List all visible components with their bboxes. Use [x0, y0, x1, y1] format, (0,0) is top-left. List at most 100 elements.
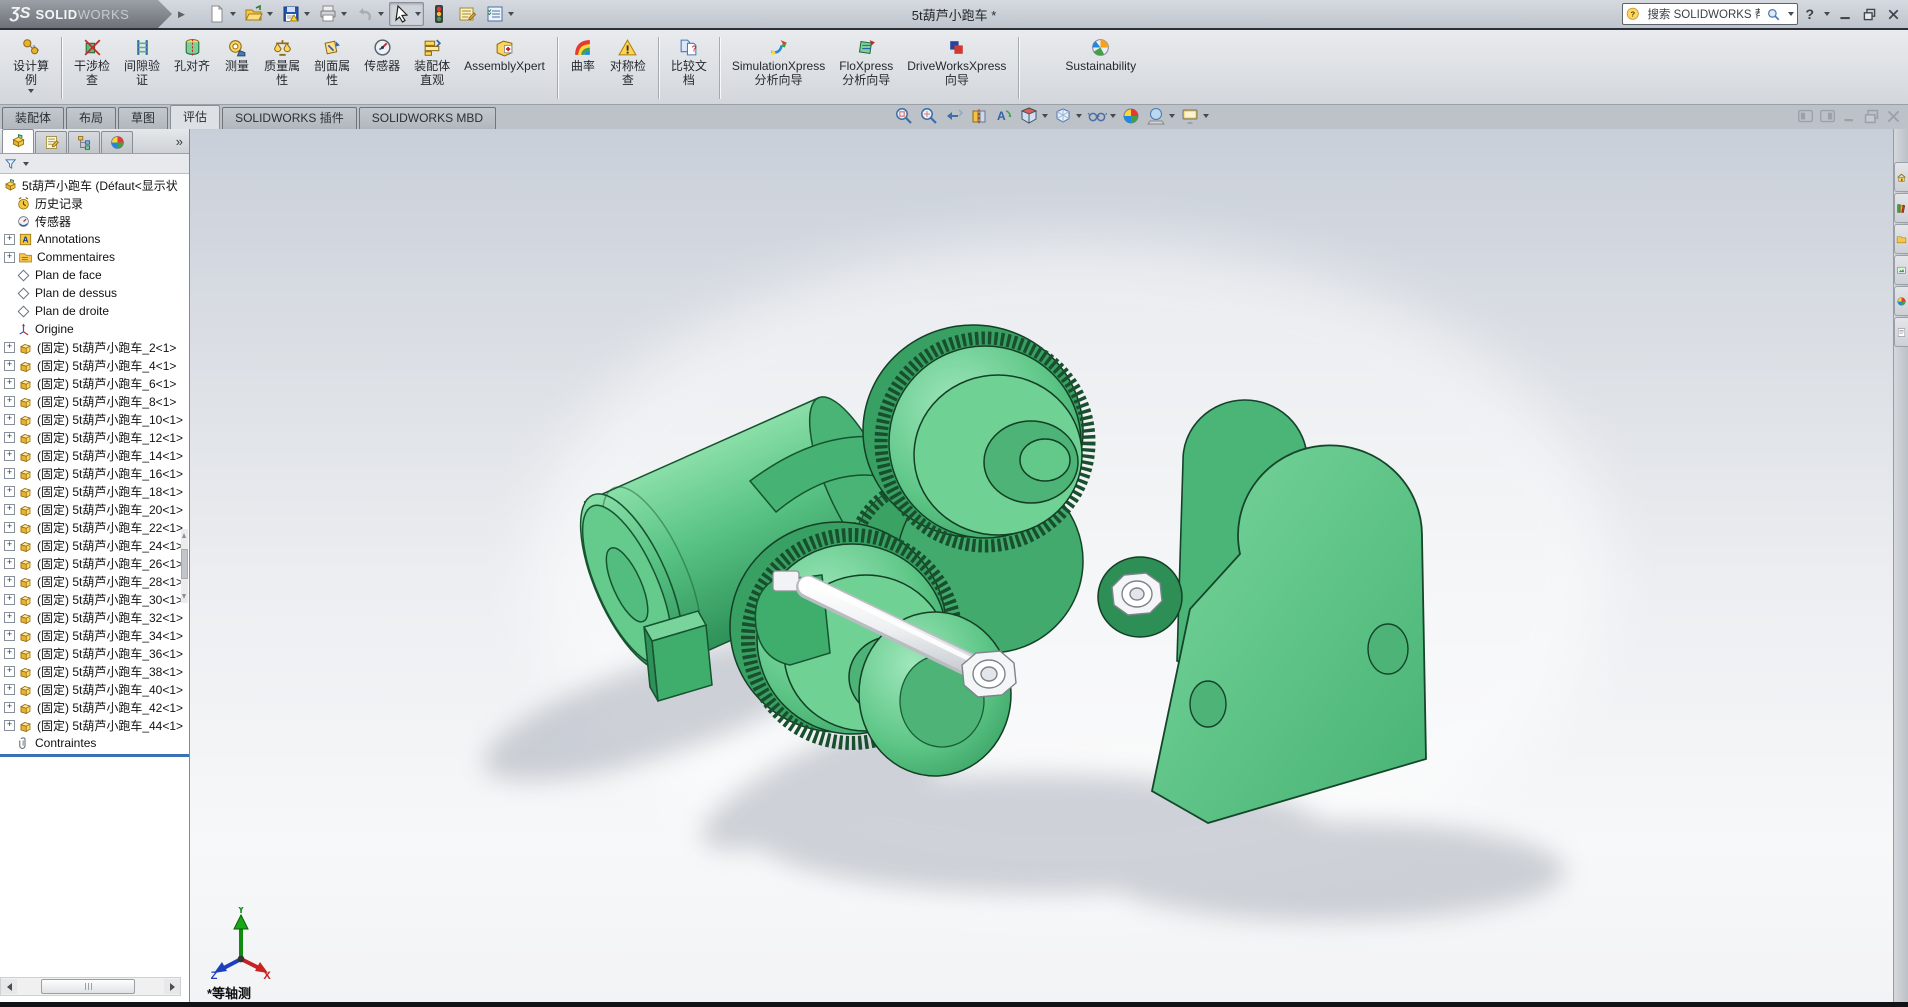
save-button[interactable]: [278, 2, 313, 26]
select-caret-icon[interactable]: [415, 12, 421, 16]
tab-sketch[interactable]: 草图: [118, 107, 168, 129]
tree-item[interactable]: +(固定) 5t葫芦小跑车_2<1>: [0, 338, 189, 356]
tree-item[interactable]: Contraintes: [0, 734, 189, 752]
display-settings-button[interactable]: [482, 2, 517, 26]
tree-item[interactable]: +(固定) 5t葫芦小跑车_4<1>: [0, 356, 189, 374]
driveworksxpress-button[interactable]: DriveWorksXpress 向导: [900, 32, 1013, 104]
compare-documents-button[interactable]: ?比较文 档: [664, 32, 714, 104]
vscroll-thumb[interactable]: [181, 549, 188, 579]
expand-plus-icon[interactable]: +: [4, 396, 15, 407]
tab-solidworks-addins[interactable]: SOLIDWORKS 插件: [222, 107, 357, 129]
new-document-caret-icon[interactable]: [230, 12, 236, 16]
expand-plus-icon[interactable]: +: [4, 504, 15, 515]
expand-plus-icon[interactable]: +: [4, 342, 15, 353]
tab-solidworks-mbd[interactable]: SOLIDWORKS MBD: [359, 107, 496, 129]
hole-alignment-button[interactable]: 孔对齐: [167, 32, 217, 104]
close-button[interactable]: [1885, 6, 1902, 23]
apply-scene-caret-icon[interactable]: [1169, 114, 1175, 118]
display-settings-caret-icon[interactable]: [508, 12, 514, 16]
search-input[interactable]: [1645, 7, 1762, 21]
tree-item[interactable]: +(固定) 5t葫芦小跑车_38<1>: [0, 662, 189, 680]
print-caret-icon[interactable]: [341, 12, 347, 16]
resources-home-button[interactable]: [1894, 162, 1908, 192]
zoom-to-area-button[interactable]: [918, 106, 940, 126]
measure-button[interactable]: 测量: [217, 32, 257, 104]
custom-properties-button[interactable]: [1894, 317, 1908, 347]
tree-item[interactable]: +(固定) 5t葫芦小跑车_32<1>: [0, 608, 189, 626]
tree-item[interactable]: +(固定) 5t葫芦小跑车_8<1>: [0, 392, 189, 410]
tree-item[interactable]: +(固定) 5t葫芦小跑车_10<1>: [0, 410, 189, 428]
tree-item[interactable]: +(固定) 5t葫芦小跑车_28<1>: [0, 572, 189, 590]
open-document-caret-icon[interactable]: [267, 12, 273, 16]
mass-properties-button[interactable]: 质量属 性: [257, 32, 307, 104]
expand-plus-icon[interactable]: +: [4, 720, 15, 731]
tree-item[interactable]: 传感器: [0, 212, 189, 230]
rebuild-indicator-button[interactable]: [426, 2, 452, 26]
restore-button[interactable]: [1861, 6, 1878, 23]
magnifier-icon[interactable]: [1766, 7, 1781, 22]
tree-item[interactable]: +AAnnotations: [0, 230, 189, 248]
tree-item[interactable]: +(固定) 5t葫芦小跑车_20<1>: [0, 500, 189, 518]
expand-plus-icon[interactable]: +: [4, 558, 15, 569]
hide-show-items-caret-icon[interactable]: [1110, 114, 1116, 118]
expand-plus-icon[interactable]: +: [4, 432, 15, 443]
tree-item[interactable]: +(固定) 5t葫芦小跑车_24<1>: [0, 536, 189, 554]
hide-show-items-button[interactable]: [1086, 106, 1117, 126]
tree-item[interactable]: +Commentaires: [0, 248, 189, 266]
expand-plus-icon[interactable]: +: [4, 540, 15, 551]
tree-item[interactable]: Origine: [0, 320, 189, 338]
tree-item[interactable]: +(固定) 5t葫芦小跑车_22<1>: [0, 518, 189, 536]
tree-item[interactable]: +(固定) 5t葫芦小跑车_14<1>: [0, 446, 189, 464]
appearances-button[interactable]: [1894, 286, 1908, 316]
tab-layout[interactable]: 布局: [66, 107, 116, 129]
help-caret-icon[interactable]: [1824, 12, 1830, 16]
minimize-button[interactable]: [1837, 6, 1854, 23]
tree-root-item[interactable]: 5t葫芦小跑车 (Défaut<显示状: [0, 176, 189, 194]
tree-item[interactable]: +(固定) 5t葫芦小跑车_30<1>: [0, 590, 189, 608]
graphics-viewport[interactable]: Y X Z *等轴测: [190, 129, 1893, 1002]
expand-plus-icon[interactable]: +: [4, 522, 15, 533]
tree-item[interactable]: Plan de dessus: [0, 284, 189, 302]
apply-scene-button[interactable]: [1145, 106, 1176, 126]
rollback-bar[interactable]: [0, 754, 189, 757]
filter-funnel-icon[interactable]: [4, 157, 18, 171]
minimize-doc-button[interactable]: [1841, 108, 1858, 125]
close-doc-button[interactable]: [1885, 108, 1902, 125]
zoom-to-fit-button[interactable]: [893, 106, 915, 126]
view-palette-button[interactable]: [1894, 255, 1908, 285]
file-explorer-button[interactable]: [1894, 224, 1908, 254]
design-library-button[interactable]: [1894, 193, 1908, 223]
save-caret-icon[interactable]: [304, 12, 310, 16]
viewport-3d-model[interactable]: [190, 129, 1893, 1002]
expand-plus-icon[interactable]: +: [4, 576, 15, 587]
assembly-visualization-button[interactable]: 装配体 直观: [407, 32, 457, 104]
open-document-button[interactable]: [241, 2, 276, 26]
tab-evaluate[interactable]: 评估: [170, 105, 220, 129]
scroll-down-arrow-icon[interactable]: [182, 594, 186, 599]
tree-item[interactable]: +(固定) 5t葫芦小跑车_6<1>: [0, 374, 189, 392]
curvature-button[interactable]: 曲率: [563, 32, 603, 104]
expand-plus-icon[interactable]: +: [4, 252, 15, 263]
expand-plus-icon[interactable]: +: [4, 612, 15, 623]
assemblyxpert-button[interactable]: AssemblyXpert: [457, 32, 552, 104]
pane-left-button[interactable]: [1797, 108, 1814, 125]
undo-caret-icon[interactable]: [378, 12, 384, 16]
expand-plus-icon[interactable]: +: [4, 702, 15, 713]
annotation-views-button[interactable]: A: [993, 106, 1015, 126]
floxpress-button[interactable]: FloXpress 分析向导: [832, 32, 900, 104]
propertymanager-tab[interactable]: [35, 131, 67, 153]
expand-plus-icon[interactable]: +: [4, 234, 15, 245]
tree-item[interactable]: Plan de face: [0, 266, 189, 284]
print-button[interactable]: [315, 2, 350, 26]
expand-plus-icon[interactable]: +: [4, 450, 15, 461]
expand-plus-icon[interactable]: +: [4, 594, 15, 605]
expand-plus-icon[interactable]: +: [4, 414, 15, 425]
sustainability-button[interactable]: Sustainability: [1058, 32, 1143, 104]
tab-assembly[interactable]: 装配体: [2, 107, 64, 129]
view-settings-button[interactable]: [1179, 106, 1210, 126]
expand-plus-icon[interactable]: +: [4, 630, 15, 641]
menu-expand-arrow-icon[interactable]: ▶: [178, 6, 190, 22]
view-orientation-caret-icon[interactable]: [1042, 114, 1048, 118]
design-study-button[interactable]: 设计算 例: [6, 32, 56, 104]
tree-item[interactable]: +(固定) 5t葫芦小跑车_40<1>: [0, 680, 189, 698]
